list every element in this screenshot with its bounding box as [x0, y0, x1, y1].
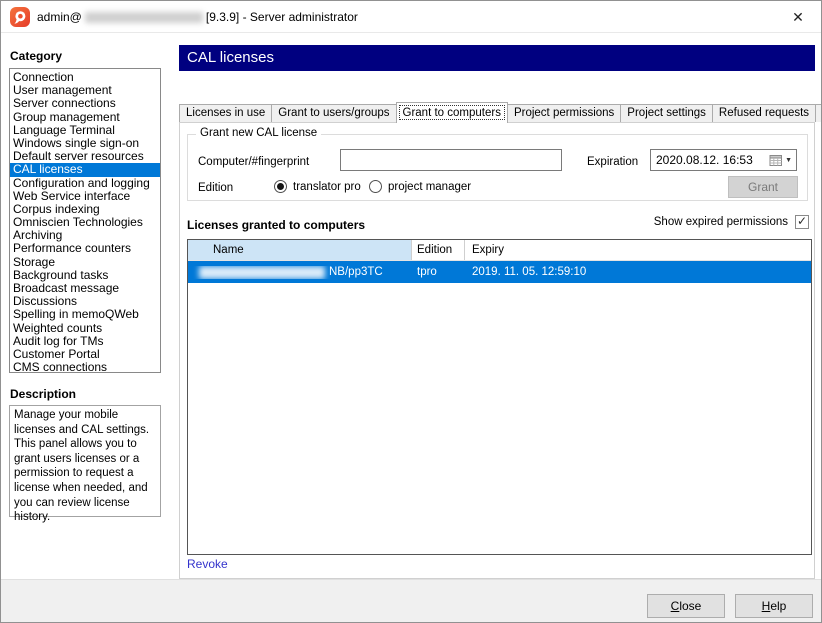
window-title-user: admin@: [37, 10, 82, 24]
sidebar-item-storage[interactable]: Storage: [10, 256, 160, 269]
tab-project-permissions[interactable]: Project permissions: [507, 104, 621, 122]
description-label: Description: [10, 387, 76, 401]
window-title-rest: [9.3.9] - Server administrator: [206, 10, 358, 24]
radio-button-icon: [369, 180, 382, 193]
cell-name: NB/pp3TC: [188, 266, 412, 279]
sidebar-item-omniscien-technologies[interactable]: Omniscien Technologies: [10, 216, 160, 229]
sidebar-item-background-tasks[interactable]: Background tasks: [10, 269, 160, 282]
tab-strip: Licenses in use Grant to users/groups Gr…: [179, 103, 815, 122]
tab-settings[interactable]: Settings: [815, 104, 822, 122]
edition-label: Edition: [198, 182, 233, 194]
radio-translator-pro[interactable]: translator pro: [274, 180, 361, 193]
grant-button[interactable]: Grant: [728, 176, 798, 198]
cell-name-text: NB/pp3TC: [329, 266, 383, 278]
server-administrator-window: admin@ [9.3.9] - Server administrator ✕ C…: [0, 0, 822, 623]
memoq-logo-icon: [10, 7, 30, 27]
description-text: Manage your mobile licenses and CAL sett…: [9, 405, 161, 517]
sidebar-item-server-connections[interactable]: Server connections: [10, 97, 160, 110]
calendar-icon: [769, 154, 783, 167]
category-label: Category: [10, 49, 62, 63]
chevron-down-icon[interactable]: ▼: [783, 157, 796, 164]
show-expired-checkbox[interactable]: ✓: [795, 215, 809, 229]
sidebar-item-web-service-interface[interactable]: Web Service interface: [10, 190, 160, 203]
sidebar-item-spelling-in-memoqweb[interactable]: Spelling in memoQWeb: [10, 308, 160, 321]
redacted-computer-name: [199, 266, 325, 279]
sidebar-item-connection[interactable]: Connection: [10, 71, 160, 84]
close-button[interactable]: Close: [647, 594, 725, 618]
tab-project-settings[interactable]: Project settings: [620, 104, 713, 122]
sidebar-item-customer-portal[interactable]: Customer Portal: [10, 348, 160, 361]
sidebar-item-cal-licenses[interactable]: CAL licenses: [10, 163, 160, 176]
revoke-link[interactable]: Revoke: [187, 557, 228, 571]
cell-edition: tpro: [412, 266, 465, 278]
close-button-label: Close: [648, 595, 724, 617]
sidebar-item-user-management[interactable]: User management: [10, 84, 160, 97]
tab-page-grant-to-computers: Grant new CAL license Computer/#fingerpr…: [179, 122, 815, 579]
expiration-label: Expiration: [587, 156, 638, 168]
licenses-table: Name Edition Expiry NB/pp3TC tpro 2019. …: [187, 239, 812, 555]
radio-project-manager-label: project manager: [388, 181, 471, 193]
tab-refused-requests[interactable]: Refused requests: [712, 104, 816, 122]
sidebar-item-broadcast-message[interactable]: Broadcast message: [10, 282, 160, 295]
column-header-edition[interactable]: Edition: [412, 240, 465, 260]
sidebar-item-configuration-and-logging[interactable]: Configuration and logging: [10, 177, 160, 190]
page-title: CAL licenses: [179, 45, 815, 71]
window-title: admin@ [9.3.9] - Server administrator: [37, 1, 358, 33]
sidebar-item-group-management[interactable]: Group management: [10, 111, 160, 124]
sidebar-item-archiving[interactable]: Archiving: [10, 229, 160, 242]
checkmark-icon: ✓: [797, 214, 807, 228]
sidebar-item-windows-single-sign-on[interactable]: Windows single sign-on: [10, 137, 160, 150]
table-row[interactable]: NB/pp3TC tpro 2019. 11. 05. 12:59:10: [188, 261, 811, 283]
sidebar-item-audit-log-for-tms[interactable]: Audit log for TMs: [10, 335, 160, 348]
column-header-name[interactable]: Name: [188, 240, 412, 260]
sidebar-item-language-terminal[interactable]: Language Terminal: [10, 124, 160, 137]
sidebar-item-performance-counters[interactable]: Performance counters: [10, 242, 160, 255]
radio-translator-pro-label: translator pro: [293, 181, 361, 193]
table-header: Name Edition Expiry: [188, 240, 811, 261]
group-title: Grant new CAL license: [196, 127, 321, 139]
help-button-label: Help: [736, 595, 812, 617]
cell-expiry: 2019. 11. 05. 12:59:10: [465, 266, 811, 278]
expiration-value: 2020.08.12. 16:53: [651, 153, 769, 167]
title-bar: admin@ [9.3.9] - Server administrator ✕: [1, 1, 821, 33]
radio-button-icon: [274, 180, 287, 193]
close-icon[interactable]: ✕: [788, 8, 808, 26]
tab-grant-to-users-groups[interactable]: Grant to users/groups: [271, 104, 396, 122]
sidebar-item-default-server-resources[interactable]: Default server resources: [10, 150, 160, 163]
radio-project-manager[interactable]: project manager: [369, 180, 471, 193]
tab-grant-to-computers[interactable]: Grant to computers: [396, 102, 508, 123]
sidebar-item-cms-connections[interactable]: CMS connections: [10, 361, 160, 373]
help-button[interactable]: Help: [735, 594, 813, 618]
grant-new-cal-license-group: Grant new CAL license Computer/#fingerpr…: [187, 134, 808, 201]
column-header-expiry[interactable]: Expiry: [465, 240, 811, 260]
tab-licenses-in-use[interactable]: Licenses in use: [179, 104, 272, 122]
dialog-footer: Close Help: [1, 579, 821, 623]
licenses-granted-title: Licenses granted to computers: [187, 218, 365, 232]
show-expired-label: Show expired permissions: [654, 216, 788, 228]
show-expired-permissions: Show expired permissions ✓: [654, 215, 809, 229]
computer-fingerprint-label: Computer/#fingerprint: [198, 156, 309, 168]
sidebar-item-discussions[interactable]: Discussions: [10, 295, 160, 308]
category-listbox: Connection User management Server connec…: [9, 68, 161, 373]
sidebar-item-weighted-counts[interactable]: Weighted counts: [10, 322, 160, 335]
sidebar-item-corpus-indexing[interactable]: Corpus indexing: [10, 203, 160, 216]
expiration-date-picker[interactable]: 2020.08.12. 16:53 ▼: [650, 149, 797, 171]
computer-fingerprint-input[interactable]: [340, 149, 562, 171]
redacted-server-name: [85, 12, 203, 23]
